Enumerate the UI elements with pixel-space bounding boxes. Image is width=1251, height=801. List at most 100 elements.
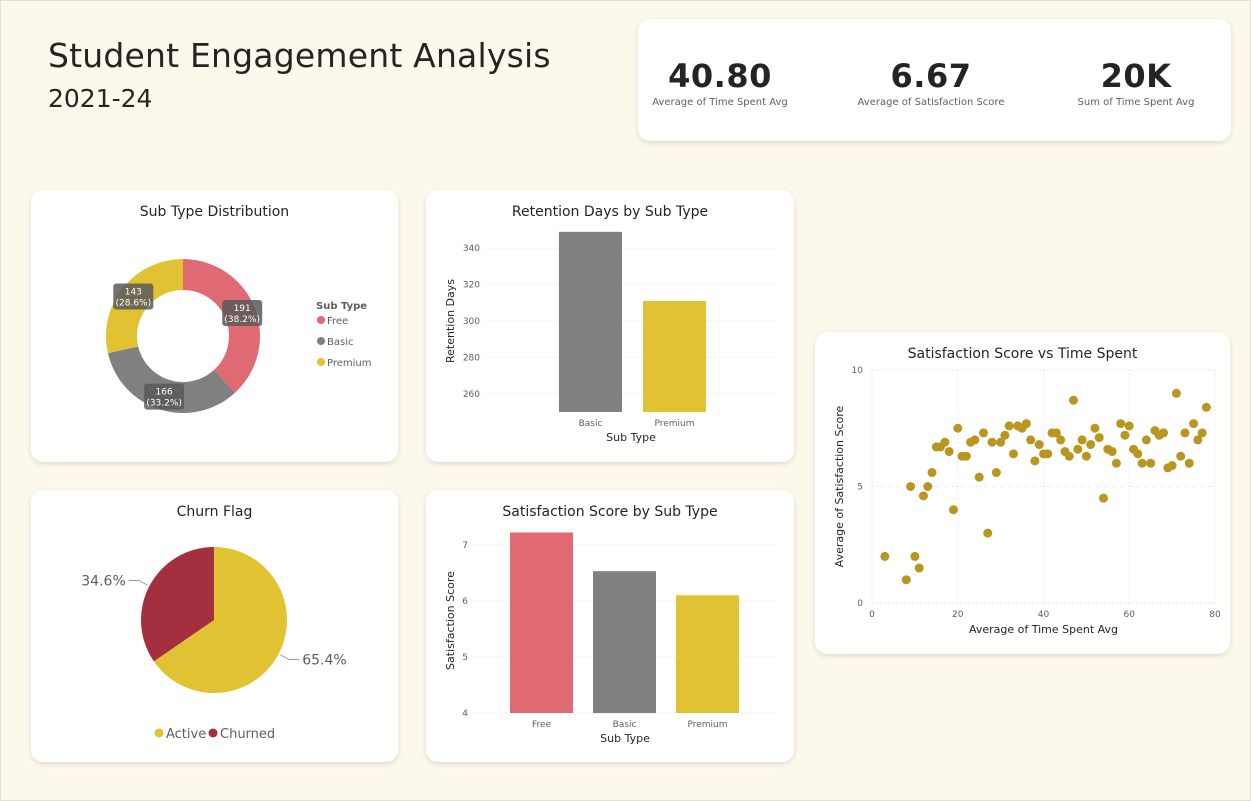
scatter-point[interactable] bbox=[944, 447, 954, 457]
donut-data-label: 191(38.2%) bbox=[222, 299, 263, 326]
legend-item-free[interactable]: Free bbox=[327, 316, 348, 327]
legend-marker-basic bbox=[317, 337, 325, 345]
x-tick-label: 80 bbox=[1209, 610, 1221, 620]
legend-marker-churned bbox=[208, 728, 218, 738]
scatter-point[interactable] bbox=[1077, 435, 1087, 445]
legend-item-active[interactable]: Active bbox=[166, 727, 206, 742]
scatter-point[interactable] bbox=[1099, 493, 1109, 503]
scatter-point[interactable] bbox=[940, 437, 950, 447]
x-tick-label: Premium bbox=[687, 720, 727, 730]
leader-line bbox=[280, 654, 300, 661]
scatter-point[interactable] bbox=[1000, 430, 1010, 440]
scatter-point[interactable] bbox=[1111, 458, 1121, 468]
scatter-point[interactable] bbox=[1171, 388, 1181, 398]
bar-basic[interactable] bbox=[559, 231, 622, 412]
scatter-point[interactable] bbox=[1201, 402, 1211, 412]
sub-type-donut-chart[interactable]: 191(38.2%) 166(33.2%) 143(28.6%) Sub Type … bbox=[31, 190, 398, 462]
scatter-point[interactable] bbox=[880, 551, 890, 561]
pie-value-label: 65.4% bbox=[302, 653, 346, 669]
scatter-point[interactable] bbox=[1107, 447, 1117, 457]
scatter-point[interactable] bbox=[910, 551, 920, 561]
scatter-point[interactable] bbox=[918, 491, 928, 501]
scatter-point[interactable] bbox=[1043, 449, 1053, 459]
scatter-point[interactable] bbox=[1086, 440, 1096, 450]
y-tick-label: 5 bbox=[857, 483, 863, 493]
legend-item-premium[interactable]: Premium bbox=[327, 358, 372, 369]
legend-title: Sub Type bbox=[316, 301, 367, 312]
satisfaction-scatter-chart[interactable]: 0 5 10 0 20 40 60 80 Average of Time Spent Avg Av… bbox=[815, 332, 1230, 654]
scatter-point[interactable] bbox=[1124, 421, 1134, 431]
bar-basic[interactable] bbox=[593, 571, 656, 713]
scatter-point[interactable] bbox=[1159, 428, 1169, 438]
scatter-point[interactable] bbox=[1189, 419, 1199, 429]
scatter-point[interactable] bbox=[923, 482, 933, 491]
scatter-point[interactable] bbox=[953, 423, 963, 433]
scatter-point[interactable] bbox=[1034, 440, 1044, 450]
scatter-point[interactable] bbox=[1094, 433, 1104, 443]
kpi-value: 6.67 bbox=[890, 57, 972, 95]
scatter-point[interactable] bbox=[1180, 428, 1190, 438]
donut-data-label: 143(28.6%) bbox=[113, 283, 154, 310]
retention-bar-chart[interactable]: 260 280 300 320 340 Basic Premium Sub Type Reten… bbox=[426, 190, 794, 462]
scatter-point[interactable] bbox=[1120, 430, 1130, 440]
scatter-point[interactable] bbox=[1090, 423, 1100, 433]
scatter-point[interactable] bbox=[914, 563, 924, 573]
bar-free[interactable] bbox=[510, 532, 573, 713]
scatter-point[interactable] bbox=[1081, 451, 1091, 461]
scatter-point[interactable] bbox=[1197, 428, 1207, 438]
scatter-point[interactable] bbox=[1184, 458, 1194, 468]
satisfaction-vs-time-card[interactable]: Satisfaction Score vs Time Spent 0 5 10 0 20… bbox=[815, 332, 1230, 654]
scatter-point[interactable] bbox=[961, 451, 971, 461]
scatter-point[interactable] bbox=[978, 428, 988, 438]
churn-flag-card[interactable]: Churn Flag 65.4% 34.6% Active Churned bbox=[31, 490, 398, 762]
scatter-point[interactable] bbox=[1133, 449, 1143, 459]
scatter-point[interactable] bbox=[901, 575, 911, 585]
kpi-sum-time-spent[interactable]: 20K Sum of Time Spent Avg bbox=[1036, 57, 1236, 108]
scatter-point[interactable] bbox=[1176, 451, 1186, 461]
bar-premium[interactable] bbox=[676, 595, 739, 713]
y-tick-label: 5 bbox=[462, 653, 468, 663]
churn-pie-chart[interactable]: 65.4% 34.6% Active Churned bbox=[31, 490, 398, 762]
y-axis-title: Retention Days bbox=[444, 279, 457, 363]
kpi-avg-time-spent[interactable]: 40.80 Average of Time Spent Avg bbox=[620, 57, 820, 108]
scatter-point[interactable] bbox=[1116, 419, 1126, 429]
scatter-point[interactable] bbox=[974, 472, 984, 482]
scatter-point[interactable] bbox=[1137, 458, 1147, 468]
sub-type-distribution-card[interactable]: Sub Type Distribution 191 (38.2%) 166 (33.2… bbox=[31, 190, 398, 462]
scatter-point[interactable] bbox=[1004, 421, 1014, 431]
scatter-point[interactable] bbox=[1008, 449, 1018, 459]
scatter-point[interactable] bbox=[1141, 435, 1151, 445]
retention-days-card[interactable]: Retention Days by Sub Type 260 280 300 320 3… bbox=[426, 190, 794, 462]
scatter-point[interactable] bbox=[1073, 444, 1083, 454]
scatter-point[interactable] bbox=[991, 468, 1001, 478]
y-tick-label: 300 bbox=[463, 317, 480, 327]
scatter-point[interactable] bbox=[983, 528, 993, 538]
y-tick-label: 0 bbox=[857, 599, 863, 609]
scatter-point[interactable] bbox=[1056, 435, 1066, 445]
scatter-point[interactable] bbox=[1069, 395, 1079, 405]
legend-item-basic[interactable]: Basic bbox=[327, 337, 353, 348]
kpi-label: Average of Time Spent Avg bbox=[652, 97, 788, 108]
legend-marker-premium bbox=[317, 358, 325, 366]
satisfaction-bar-chart[interactable]: 4567Free Basic PremiumSub TypeSatisfaction… bbox=[426, 490, 794, 762]
scatter-point[interactable] bbox=[1021, 419, 1031, 429]
scatter-point[interactable] bbox=[927, 468, 937, 478]
scatter-point[interactable] bbox=[1026, 435, 1036, 445]
scatter-point[interactable] bbox=[1030, 456, 1040, 466]
scatter-point[interactable] bbox=[1146, 458, 1156, 468]
satisfaction-by-subtype-card[interactable]: Satisfaction Score by Sub Type 4 5 6 7 Free B… bbox=[426, 490, 794, 762]
scatter-point[interactable] bbox=[987, 437, 997, 447]
x-tick-label: Basic bbox=[579, 419, 603, 429]
scatter-point[interactable] bbox=[948, 505, 958, 515]
y-tick-label: 4 bbox=[462, 709, 468, 719]
kpi-avg-satisfaction[interactable]: 6.67 Average of Satisfaction Score bbox=[831, 57, 1031, 108]
bar-premium[interactable] bbox=[643, 300, 706, 412]
scatter-point[interactable] bbox=[1064, 451, 1074, 461]
kpi-card[interactable]: 40.80 Average of Time Spent Avg 6.67 Ave… bbox=[638, 19, 1231, 141]
scatter-point[interactable] bbox=[906, 482, 916, 491]
kpi-label: Average of Satisfaction Score bbox=[857, 97, 1005, 108]
scatter-point[interactable] bbox=[1167, 461, 1177, 471]
scatter-point[interactable] bbox=[970, 435, 980, 445]
legend-item-churned[interactable]: Churned bbox=[220, 727, 275, 742]
y-tick-label: 260 bbox=[463, 390, 480, 400]
